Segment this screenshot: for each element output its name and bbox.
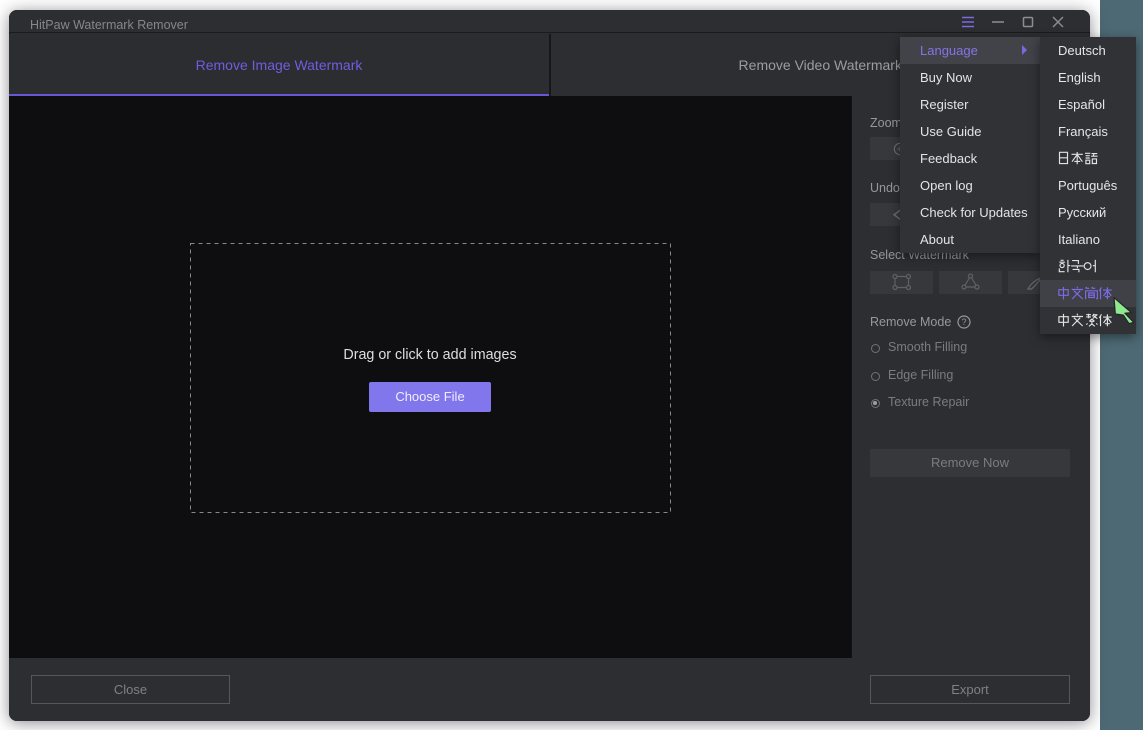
svg-text:?: ? <box>961 317 966 327</box>
